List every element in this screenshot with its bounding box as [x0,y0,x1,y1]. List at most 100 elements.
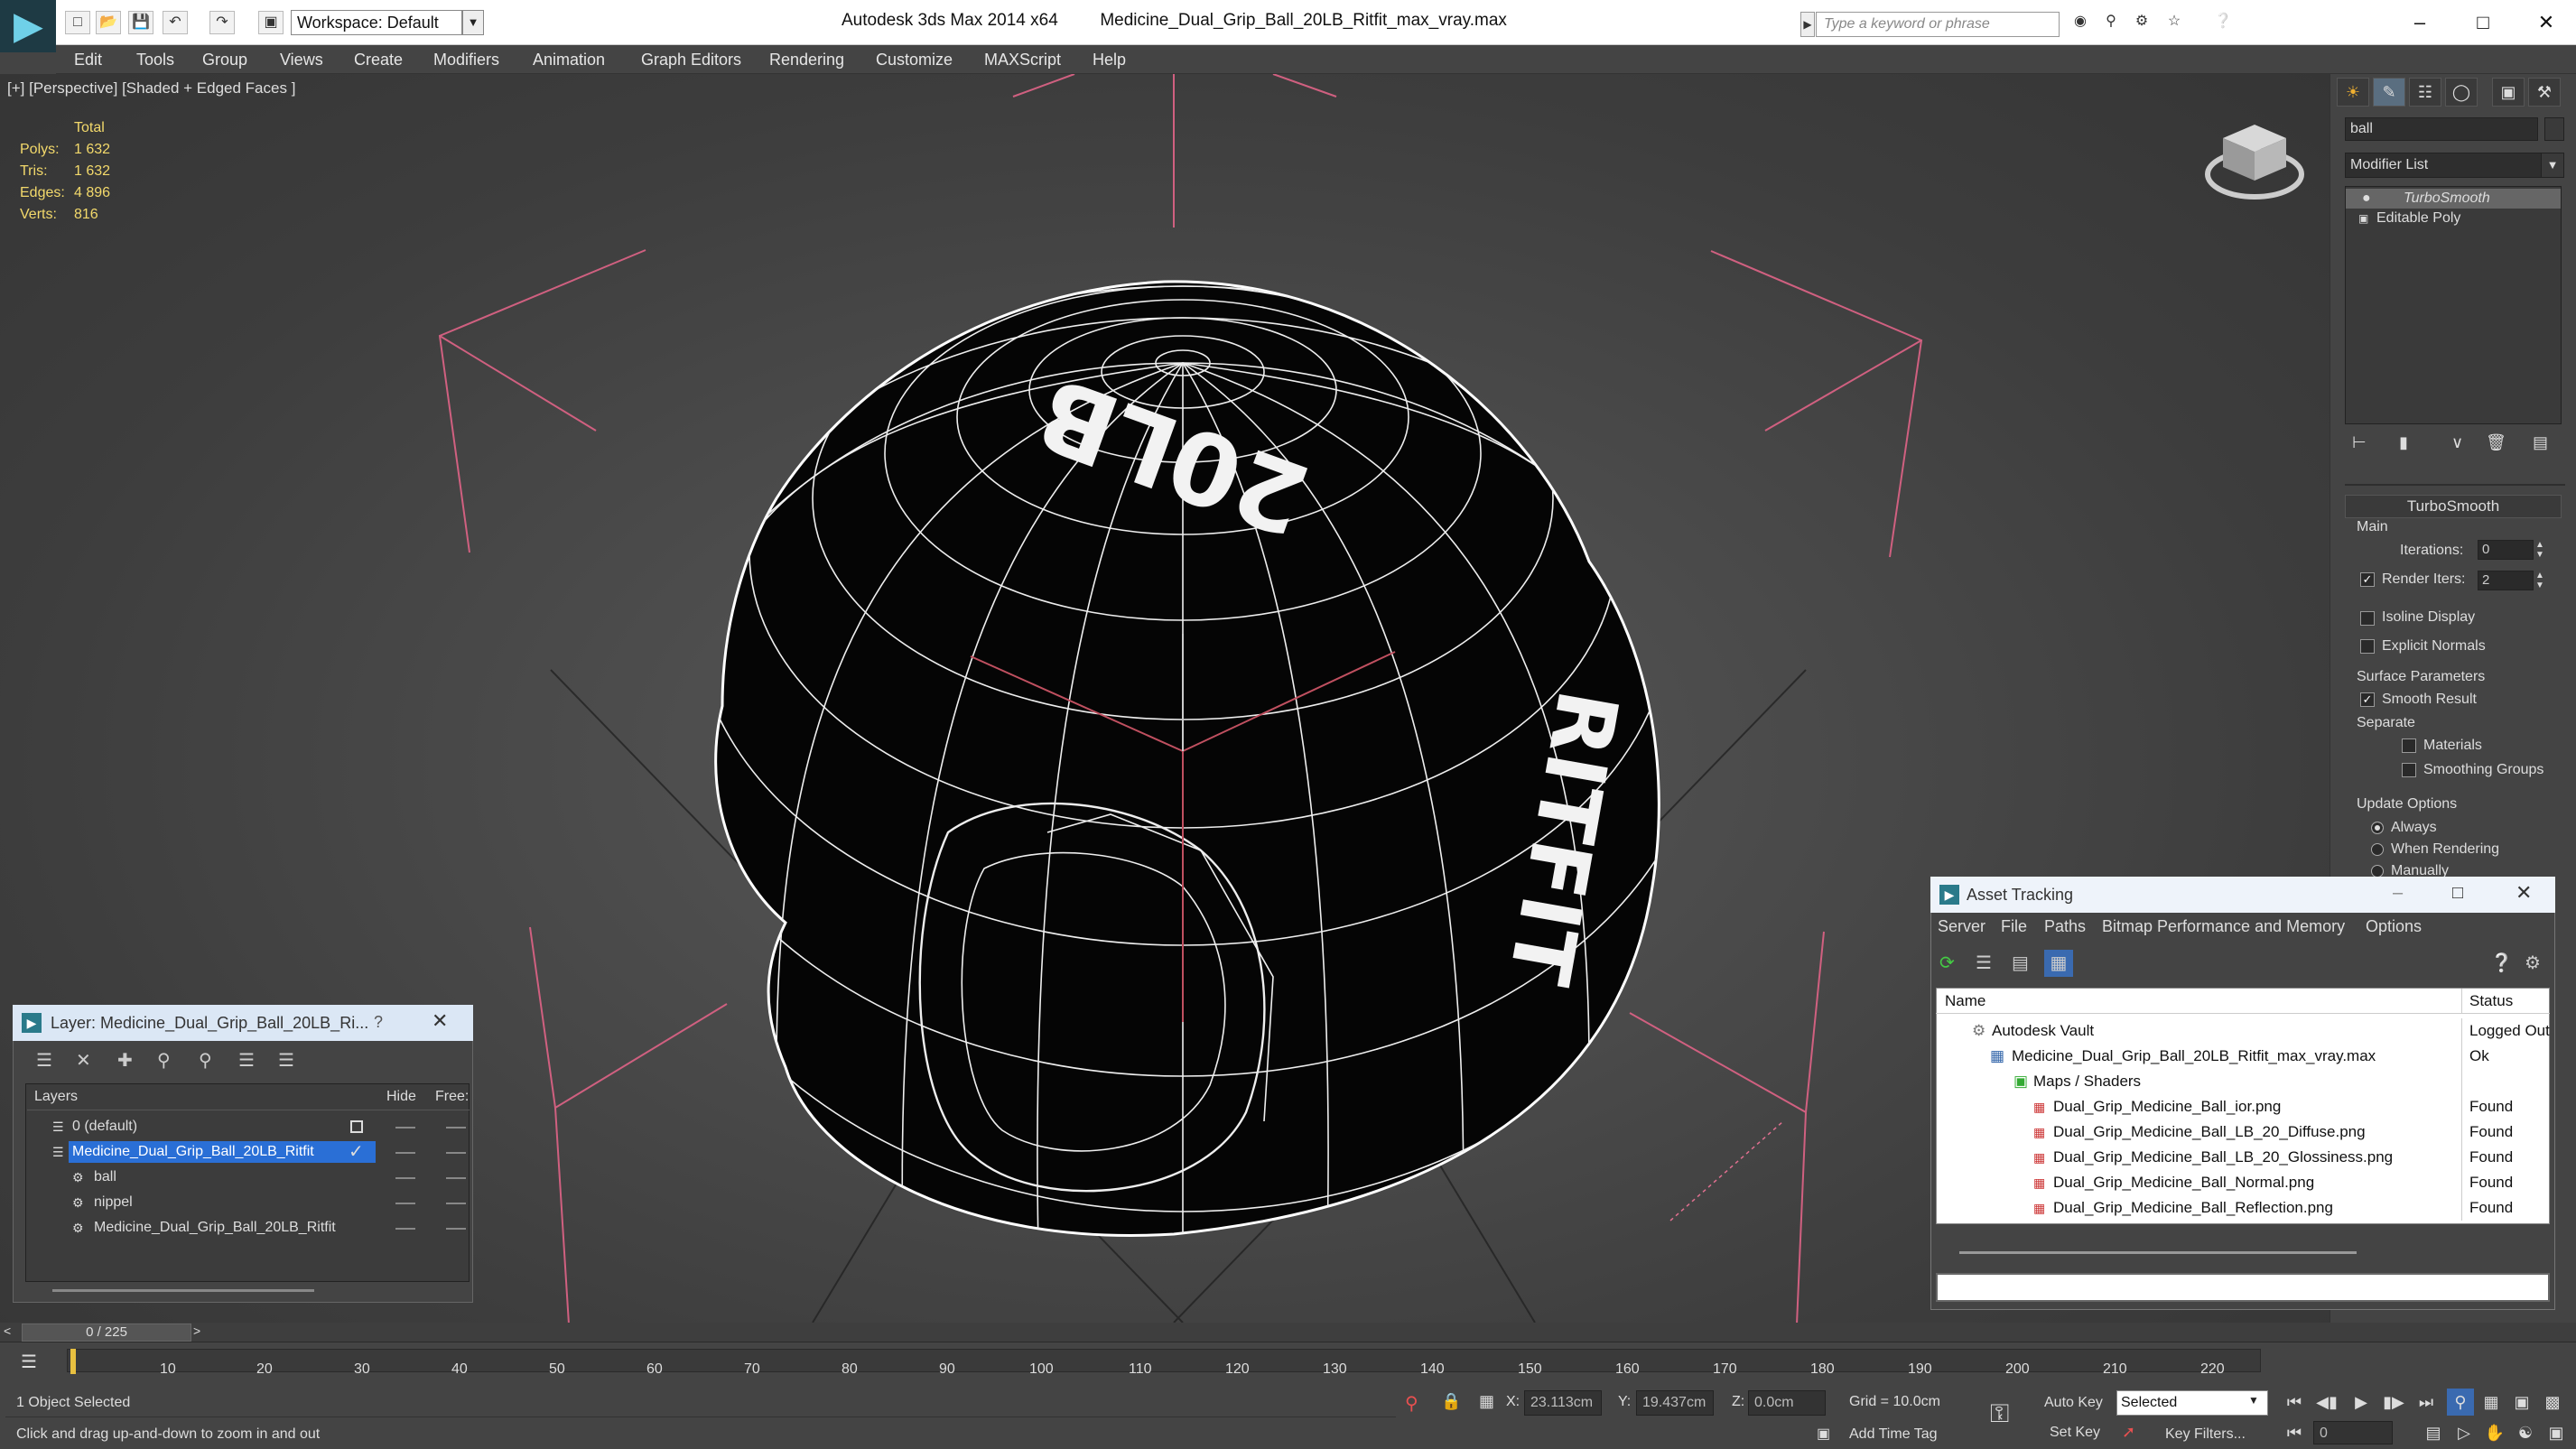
redo-icon[interactable]: ↷ [209,11,235,34]
menu-tools[interactable]: Tools [136,45,174,74]
time-slider-next-icon[interactable]: > [193,1324,200,1338]
menu-animation[interactable]: Animation [533,45,605,74]
x-coordinate-field[interactable]: 23.113cm [1524,1390,1602,1416]
open-file-icon[interactable]: 📂 [96,11,121,34]
asset-row[interactable]: ▦ Dual_Grip_Medicine_Ball_LB_20_Glossine… [1936,1145,2550,1170]
freeze-column-header[interactable]: Free: [435,1089,469,1105]
create-layer-icon[interactable]: ☰ [36,1049,52,1072]
table-view-icon[interactable]: ▤ [2012,952,2029,974]
refresh-icon[interactable]: ⟳ [1939,952,1955,974]
stack-item-editable-poly[interactable]: ▣ Editable Poly [2346,209,2561,228]
asset-menu-server[interactable]: Server [1938,917,1985,936]
previous-frame-icon[interactable]: ◀▮ [2313,1389,2340,1416]
list-view-icon[interactable]: ☰ [1976,952,1992,974]
key-filters-button[interactable]: Key Filters... [2165,1426,2246,1443]
set-keys-key-icon[interactable]: ⚿ [1990,1399,2009,1429]
asset-path-field[interactable] [1936,1273,2550,1302]
freeze-toggle[interactable] [446,1228,466,1230]
y-coordinate-field[interactable]: 19.437cm [1636,1390,1714,1416]
maximize-button[interactable]: □ [2465,7,2501,38]
maximize-viewport-icon[interactable]: ▣ [2543,1419,2570,1446]
select-objects-icon[interactable]: ⚲ [157,1049,171,1072]
layer-row-selected[interactable]: ☰ Medicine_Dual_Grip_Ball_20LB_Ritfit ✓ [27,1139,470,1165]
freeze-toggle[interactable] [446,1177,466,1179]
favorites-star-icon[interactable]: ☆ [2162,11,2187,34]
isolate-selection-icon[interactable]: ⚲ [1405,1392,1418,1415]
hide-toggle[interactable] [395,1152,415,1154]
make-unique-icon[interactable]: ∨ [2451,433,2463,452]
update-always-radio[interactable] [2371,822,2384,834]
time-tag-icon[interactable]: ▣ [1817,1425,1830,1443]
spinner-arrows-icon[interactable]: ▲ ▼ [2535,571,2544,590]
mini-curve-editor-icon[interactable]: ☰ [13,1351,45,1376]
hide-toggle[interactable] [395,1177,415,1179]
go-to-start-icon[interactable]: ⏮ [2281,1389,2308,1416]
asset-row[interactable]: ⚙ Autodesk Vault Logged Out [1936,1018,2550,1044]
play-icon[interactable]: ▶ [2348,1389,2375,1416]
time-slider-thumb[interactable]: 0 / 225 [22,1324,191,1342]
add-to-layer-icon[interactable]: ✚ [117,1049,133,1072]
menu-maxscript[interactable]: MAXScript [984,45,1061,74]
lightbulb-icon[interactable]: ● [2362,189,2371,209]
freeze-toggle[interactable] [446,1203,466,1204]
layer-object-row[interactable]: ⚙ nippel [27,1190,470,1215]
pan-view-icon[interactable]: ✋ [2481,1419,2508,1446]
new-file-icon[interactable]: □ [65,11,90,34]
asset-row[interactable]: ▦ Dual_Grip_Medicine_Ball_Reflection.png… [1936,1195,2550,1221]
field-of-view-icon[interactable]: ▷ [2450,1419,2478,1446]
search-input[interactable]: Type a keyword or phrase [1816,12,2060,37]
default-in-out-tangents-icon[interactable]: ➚ [2122,1423,2135,1442]
layer-help-button[interactable]: ? [374,1013,383,1032]
help-icon[interactable]: ❔ [2490,952,2513,974]
display-tab-icon[interactable]: ▣ [2492,78,2525,107]
freeze-all-icon[interactable]: ☰ [278,1049,294,1072]
motion-tab-icon[interactable]: ◯ [2445,78,2478,107]
utilities-tab-icon[interactable]: ⚒ [2528,78,2561,107]
layer-row[interactable]: ☰ 0 (default) [27,1114,470,1139]
hide-all-icon[interactable]: ☰ [238,1049,255,1072]
delete-layer-icon[interactable]: ✕ [76,1049,91,1072]
search-expand-icon[interactable]: ▶ [1800,12,1815,37]
undo-icon[interactable]: ↶ [163,11,188,34]
menu-group[interactable]: Group [202,45,247,74]
settings-icon[interactable]: ⚙ [2525,952,2541,974]
menu-create[interactable]: Create [354,45,403,74]
hide-toggle[interactable] [395,1228,415,1230]
expand-plus-icon[interactable]: ▣ [2358,209,2368,228]
menu-modifiers[interactable]: Modifiers [433,45,499,74]
menu-edit[interactable]: Edit [74,45,102,74]
smoothing-groups-checkbox[interactable] [2402,763,2416,777]
zoom-icon[interactable]: ⚲ [2447,1389,2474,1416]
menu-graph-editors[interactable]: Graph Editors [641,45,741,74]
layer-close-button[interactable]: ✕ [432,1009,448,1033]
asset-horizontal-scrollbar[interactable] [1959,1251,2357,1254]
asset-row[interactable]: ▣ Maps / Shaders [1936,1069,2550,1094]
add-time-tag-button[interactable]: Add Time Tag [1849,1426,1938,1443]
minimize-button[interactable]: – [2402,7,2438,38]
layer-object-row[interactable]: ⚙ ball [27,1165,470,1190]
menu-views[interactable]: Views [280,45,323,74]
time-slider-track[interactable] [0,1323,2576,1342]
workspace-dropdown[interactable]: Workspace: Default [291,10,462,35]
update-manually-radio[interactable] [2371,865,2384,878]
project-folder-icon[interactable]: ▣ [258,11,284,34]
explicit-normals-checkbox[interactable] [2360,639,2375,654]
next-frame-icon[interactable]: ▮▶ [2380,1389,2407,1416]
time-slider-prev-icon[interactable]: < [4,1324,11,1338]
grid-view-icon[interactable]: ▦ [2044,950,2073,977]
asset-menu-paths[interactable]: Paths [2044,917,2086,936]
save-icon[interactable]: 💾 [128,11,153,34]
spinner-arrows-icon[interactable]: ▲ ▼ [2535,540,2544,560]
app-logo-icon[interactable]: ▶ [0,0,56,52]
current-frame-marker[interactable] [70,1349,76,1374]
stack-item-turbosmooth[interactable]: ● TurboSmooth [2346,189,2561,209]
hierarchy-tab-icon[interactable]: ☷ [2409,78,2441,107]
zoom-extents-icon[interactable]: ▣ [2508,1389,2535,1416]
freeze-toggle[interactable] [446,1152,466,1154]
asset-minimize-button[interactable]: – [2393,883,2403,904]
turbosmooth-rollout-header[interactable]: TurboSmooth [2345,495,2562,518]
absolute-mode-icon[interactable]: ▦ [1479,1392,1494,1411]
chevron-down-icon[interactable]: ▼ [2248,1394,2259,1407]
menu-rendering[interactable]: Rendering [769,45,844,74]
object-name-field[interactable]: ball [2345,117,2538,141]
